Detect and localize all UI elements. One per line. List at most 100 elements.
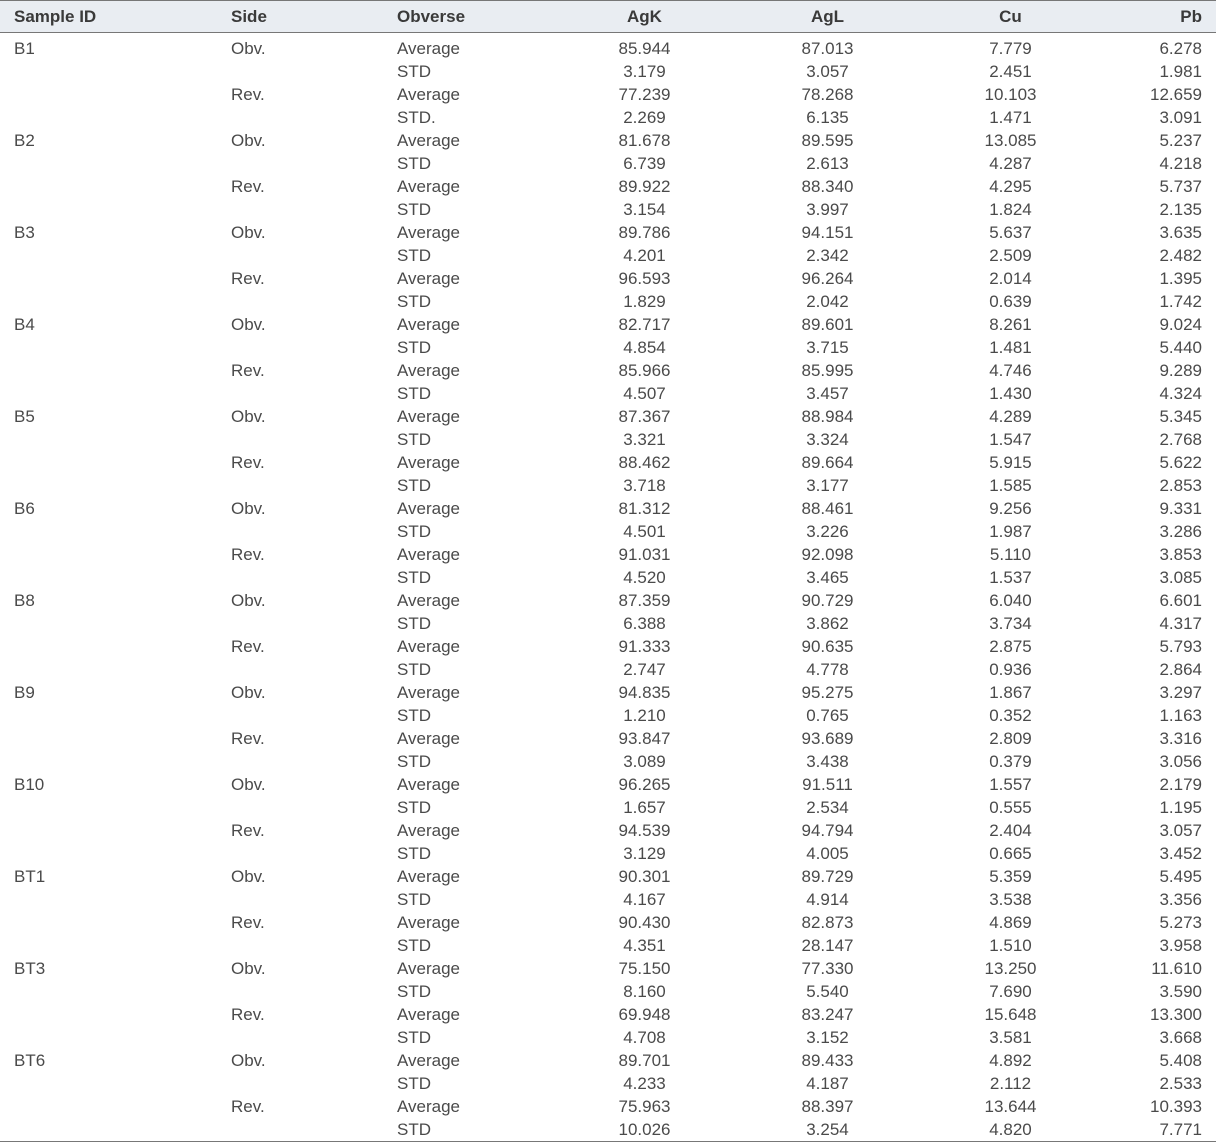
statistic-cell: Average (397, 867, 461, 886)
agl-cell: 3.152 (806, 1028, 849, 1047)
table-row: BT3 Obv. Average 75.150 77.330 13.250 11.610 (0, 957, 1216, 980)
side-cell (218, 1072, 384, 1095)
sample-id-cell (0, 152, 218, 175)
agl-cell: 4.778 (806, 660, 849, 679)
pb-cell: 3.452 (1159, 844, 1202, 863)
agl-cell: 2.342 (806, 246, 849, 265)
sample-id-cell (0, 750, 218, 773)
side-cell (218, 612, 384, 635)
agl-cell: 87.013 (801, 39, 854, 58)
sample-id-cell (0, 359, 218, 382)
agl-cell: 89.433 (801, 1051, 854, 1070)
table-row: B9 Obv. Average 94.835 95.275 1.867 3.297 (0, 681, 1216, 704)
agk-cell: 4.708 (623, 1028, 666, 1047)
side-cell (218, 428, 384, 451)
header-sample-id[interactable]: Sample ID (0, 0, 218, 33)
pb-cell: 3.668 (1159, 1028, 1202, 1047)
pb-cell: 1.742 (1159, 292, 1202, 311)
cu-cell: 15.648 (984, 1005, 1037, 1024)
pb-cell: 10.393 (1150, 1097, 1202, 1116)
agl-cell: 6.135 (806, 108, 849, 127)
statistic-cell: Average (397, 729, 461, 748)
side-cell (218, 842, 384, 865)
agk-cell: 1.210 (623, 706, 666, 725)
agk-cell: 3.089 (623, 752, 666, 771)
pb-cell: 6.278 (1159, 39, 1202, 58)
pb-cell: 5.793 (1159, 637, 1202, 656)
sample-id-cell (0, 727, 218, 750)
table-row: Rev. Average 90.430 82.873 4.869 5.273 (0, 911, 1216, 934)
statistic-cell: Average (397, 407, 461, 426)
side-cell (218, 658, 384, 681)
pb-cell: 2.853 (1159, 476, 1202, 495)
pb-cell: 3.085 (1159, 568, 1202, 587)
sample-id-cell (0, 175, 218, 198)
agl-cell: 88.397 (801, 1097, 854, 1116)
side-cell: Obv. (231, 591, 266, 610)
table-row: STD 3.321 3.324 1.547 2.768 (0, 428, 1216, 451)
header-side[interactable]: Side (218, 0, 384, 33)
table-row: STD 1.210 0.765 0.352 1.163 (0, 704, 1216, 727)
agk-cell: 8.160 (623, 982, 666, 1001)
agk-cell: 1.829 (623, 292, 666, 311)
sample-id-cell: BT3 (14, 959, 46, 978)
cu-cell: 0.555 (989, 798, 1032, 817)
pb-cell: 2.135 (1159, 200, 1202, 219)
agl-cell: 4.914 (806, 890, 849, 909)
pb-cell: 1.395 (1159, 269, 1202, 288)
header-pb[interactable]: Pb (1102, 0, 1216, 33)
cu-cell: 3.734 (989, 614, 1032, 633)
statistic-cell: Average (397, 775, 461, 794)
agl-cell: 90.635 (801, 637, 854, 656)
agl-cell: 3.057 (806, 62, 849, 81)
sample-id-cell (0, 474, 218, 497)
agl-cell: 96.264 (801, 269, 854, 288)
cu-cell: 3.581 (989, 1028, 1032, 1047)
cu-cell: 13.644 (984, 1097, 1037, 1116)
sample-id-cell (0, 60, 218, 83)
agk-cell: 4.520 (623, 568, 666, 587)
statistic-cell: Average (397, 361, 461, 380)
pb-cell: 1.981 (1159, 62, 1202, 81)
agk-cell: 93.847 (618, 729, 671, 748)
table-row: B5 Obv. Average 87.367 88.984 4.289 5.345 (0, 405, 1216, 428)
header-cu[interactable]: Cu (919, 0, 1102, 33)
agl-cell: 2.613 (806, 154, 849, 173)
pb-cell: 2.768 (1159, 430, 1202, 449)
agk-cell: 94.539 (618, 821, 671, 840)
side-cell (218, 704, 384, 727)
cu-cell: 2.014 (989, 269, 1032, 288)
statistic-cell: STD (397, 154, 431, 173)
pb-cell: 3.286 (1159, 522, 1202, 541)
cu-cell: 1.510 (989, 936, 1032, 955)
sample-id-cell: B1 (14, 39, 35, 58)
header-agl[interactable]: AgL (736, 0, 919, 33)
header-obverse[interactable]: Obverse (384, 0, 553, 33)
statistic-cell: Average (397, 315, 461, 334)
table-row: STD 6.388 3.862 3.734 4.317 (0, 612, 1216, 635)
cu-cell: 7.690 (989, 982, 1032, 1001)
table-row: B6 Obv. Average 81.312 88.461 9.256 9.331 (0, 497, 1216, 520)
side-cell: Obv. (231, 315, 266, 334)
statistic-cell: STD (397, 292, 431, 311)
agk-cell: 3.321 (623, 430, 666, 449)
pb-cell: 2.482 (1159, 246, 1202, 265)
statistic-cell: STD (397, 568, 431, 587)
header-agk[interactable]: AgK (553, 0, 736, 33)
agl-cell: 94.794 (801, 821, 854, 840)
cu-cell: 0.936 (989, 660, 1032, 679)
table-row: STD. 2.269 6.135 1.471 3.091 (0, 106, 1216, 129)
side-cell: Obv. (231, 39, 266, 58)
cu-cell: 2.451 (989, 62, 1032, 81)
agk-cell: 87.367 (618, 407, 671, 426)
table-row: Rev. Average 94.539 94.794 2.404 3.057 (0, 819, 1216, 842)
statistic-cell: Average (397, 913, 461, 932)
side-cell: Rev. (231, 177, 265, 196)
table-row: Rev. Average 69.948 83.247 15.648 13.300 (0, 1003, 1216, 1026)
table-row: BT1 Obv. Average 90.301 89.729 5.359 5.495 (0, 865, 1216, 888)
side-cell: Rev. (231, 269, 265, 288)
table-row: STD 3.129 4.005 0.665 3.452 (0, 842, 1216, 865)
statistic-cell: Average (397, 591, 461, 610)
cu-cell: 4.295 (989, 177, 1032, 196)
sample-id-cell (0, 842, 218, 865)
